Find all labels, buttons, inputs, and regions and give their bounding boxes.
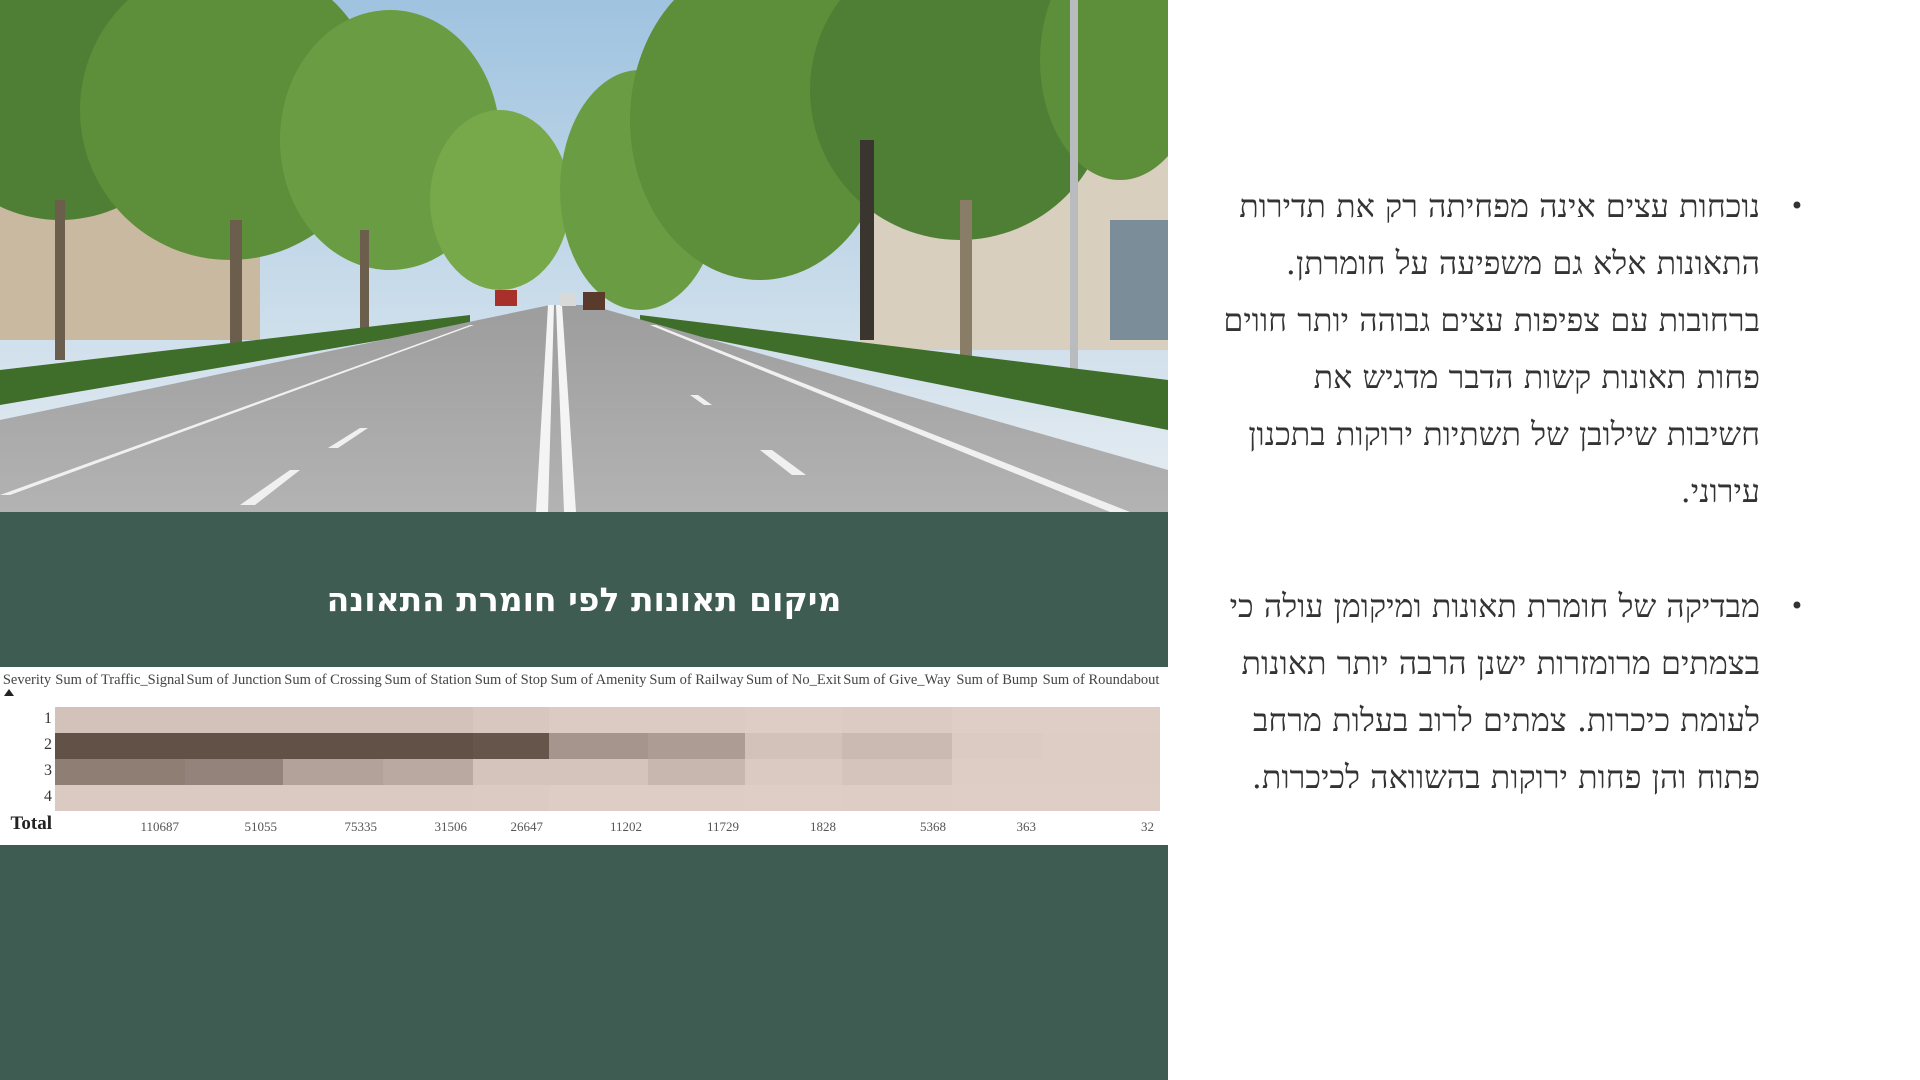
heat-cell[interactable] [55, 733, 185, 759]
heat-cell[interactable] [185, 707, 283, 733]
heat-cell[interactable] [745, 707, 842, 733]
severity-row-label: 1 [44, 710, 52, 727]
heat-cell[interactable] [549, 733, 648, 759]
column-header[interactable]: Sum of Bump [952, 667, 1042, 693]
total-value: 363 [1016, 819, 1037, 834]
column-header[interactable]: Sum of Crossing [283, 667, 383, 693]
column-header[interactable]: Sum of Amenity [549, 667, 648, 693]
total-value: 51055 [244, 819, 278, 834]
slide-title: מיקום תאונות לפי חומרת התאונה [326, 580, 842, 619]
heat-cell[interactable] [1042, 707, 1160, 733]
column-header[interactable]: Sum of Junction [185, 667, 283, 693]
column-header[interactable]: Sum of Give_Way [842, 667, 952, 693]
heat-cell[interactable] [1042, 785, 1160, 811]
column-header[interactable]: Sum of Railway [648, 667, 745, 693]
heat-cell[interactable] [185, 759, 283, 785]
heat-cell[interactable] [1042, 733, 1160, 759]
left-panel: מיקום תאונות לפי חומרת התאונה Severity S… [0, 0, 1168, 1080]
column-header[interactable]: Sum of No_Exit [745, 667, 842, 693]
heat-cell[interactable] [648, 759, 745, 785]
heat-cell[interactable] [383, 733, 473, 759]
bullet-dot-icon: • [1789, 592, 1804, 620]
heat-cell[interactable] [473, 707, 549, 733]
heat-cell[interactable] [648, 733, 745, 759]
heat-cell[interactable] [383, 785, 473, 811]
heat-cell[interactable] [383, 707, 473, 733]
heat-cell[interactable] [1042, 759, 1160, 785]
heat-cell[interactable] [648, 785, 745, 811]
heat-cell[interactable] [283, 785, 383, 811]
severity-row-label: 2 [44, 736, 52, 753]
total-value: 11202 [609, 819, 642, 834]
heat-cell[interactable] [383, 759, 473, 785]
heat-cell[interactable] [745, 759, 842, 785]
heat-cell[interactable] [185, 733, 283, 759]
heat-cell[interactable] [745, 733, 842, 759]
heat-cell[interactable] [283, 707, 383, 733]
heat-cell[interactable] [842, 785, 952, 811]
severity-row-label: 4 [44, 788, 52, 805]
total-value: 1828 [810, 819, 836, 834]
heat-cell[interactable] [745, 785, 842, 811]
heat-cell[interactable] [952, 733, 1042, 759]
heat-cell[interactable] [648, 707, 745, 733]
heat-cell[interactable] [55, 759, 185, 785]
total-label: Total [10, 813, 52, 834]
heat-cell[interactable] [55, 785, 185, 811]
total-value: 32 [1141, 819, 1154, 834]
bullet-list: • נוכחות עצים אינה מפחיתה רק את תדירות ה… [1220, 178, 1804, 864]
heat-cell[interactable] [952, 707, 1042, 733]
heat-cell[interactable] [842, 733, 952, 759]
bullet-item-junctions: • מבדיקה של חומרת תאונות ומיקומן עולה כי… [1220, 578, 1804, 806]
bullet-text: מבדיקה של חומרת תאונות ומיקומן עולה כי ב… [1229, 587, 1760, 796]
heat-cell[interactable] [473, 785, 549, 811]
total-value: 110687 [140, 819, 179, 834]
bullet-text: נוכחות עצים אינה מפחיתה רק את תדירות התא… [1223, 187, 1760, 510]
heat-cell[interactable] [473, 759, 549, 785]
column-header[interactable]: Sum of Stop [473, 667, 549, 693]
heat-cell[interactable] [549, 707, 648, 733]
heat-cell[interactable] [473, 733, 549, 759]
sort-ascending-icon[interactable] [4, 689, 14, 696]
heat-cell[interactable] [842, 759, 952, 785]
severity-row-label: 3 [44, 762, 52, 779]
column-header[interactable]: Sum of Roundabout [1042, 667, 1160, 693]
heat-cell[interactable] [185, 785, 283, 811]
heat-cell[interactable] [283, 759, 383, 785]
heat-cell[interactable] [283, 733, 383, 759]
heat-cell[interactable] [952, 759, 1042, 785]
total-value: 5368 [920, 819, 946, 834]
bullet-dot-icon: • [1789, 192, 1804, 220]
heat-cell[interactable] [842, 707, 952, 733]
total-value: 75335 [344, 819, 378, 834]
street-photo [0, 0, 1168, 512]
heat-table: Severity Sum of Traffic_Signal Sum of Jun… [0, 667, 1168, 845]
heat-cell[interactable] [549, 785, 648, 811]
total-value: 26647 [510, 819, 544, 834]
heat-cell[interactable] [952, 785, 1042, 811]
column-header[interactable]: Sum of Station [383, 667, 473, 693]
heat-cell[interactable] [549, 759, 648, 785]
total-value: 31506 [434, 819, 468, 834]
heat-cell[interactable] [55, 707, 185, 733]
bullet-item-trees: • נוכחות עצים אינה מפחיתה רק את תדירות ה… [1220, 178, 1804, 520]
column-header[interactable]: Sum of Traffic_Signal [55, 667, 185, 693]
total-value: 11729 [706, 819, 739, 834]
